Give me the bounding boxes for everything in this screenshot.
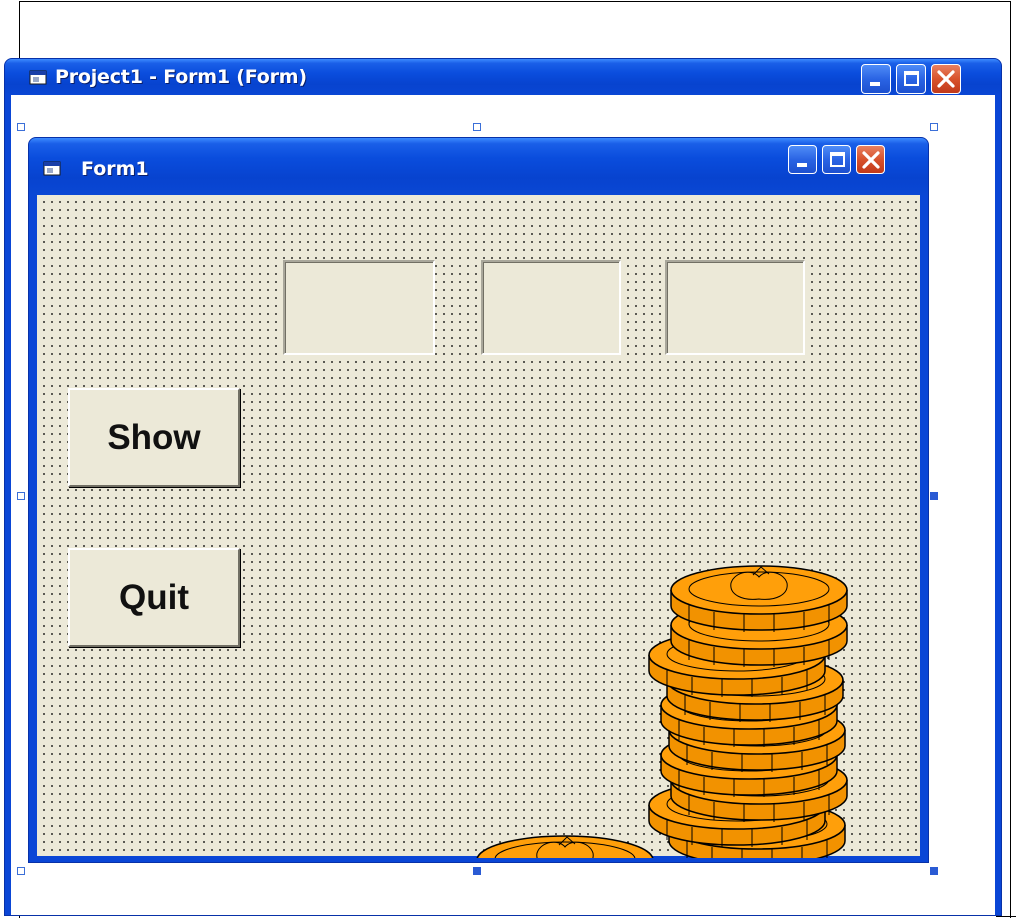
vb-form-icon [29,70,47,85]
resize-handle-bottom-right[interactable] [930,867,938,875]
minimize-icon [870,82,880,86]
project-title-bar[interactable]: Project1 - Form1 (Form) [5,59,1001,95]
form1-close-button[interactable] [856,145,885,174]
project-close-button[interactable] [931,64,961,94]
resize-handle-top-left[interactable] [17,123,25,131]
project-window-title: Project1 - Form1 (Form) [55,66,307,88]
resize-handle-middle-right[interactable] [930,492,938,500]
gold-coins-image[interactable] [37,195,930,858]
form1-window-title: Form1 [81,158,149,180]
resize-handle-bottom-left[interactable] [17,867,25,875]
close-icon [862,151,880,169]
project-maximize-button[interactable] [896,64,926,94]
resize-handle-bottom-middle[interactable] [473,867,481,875]
form1-minimize-button[interactable] [788,145,817,174]
form1-maximize-button[interactable] [822,145,851,174]
maximize-icon [904,71,919,86]
resize-handle-top-middle[interactable] [473,123,481,131]
form1-design-surface[interactable]: Show Quit [37,195,920,858]
maximize-icon [830,152,845,167]
vb-form-icon [43,161,61,176]
minimize-icon [797,163,807,167]
close-icon [937,70,955,88]
project-minimize-button[interactable] [861,64,891,94]
form1-window: Form1 Show Quit [28,137,929,863]
page-edge-mark [996,916,1016,917]
resize-handle-middle-left[interactable] [17,492,25,500]
resize-handle-top-right[interactable] [930,123,938,131]
form1-title-bar[interactable]: Form1 [29,138,928,195]
